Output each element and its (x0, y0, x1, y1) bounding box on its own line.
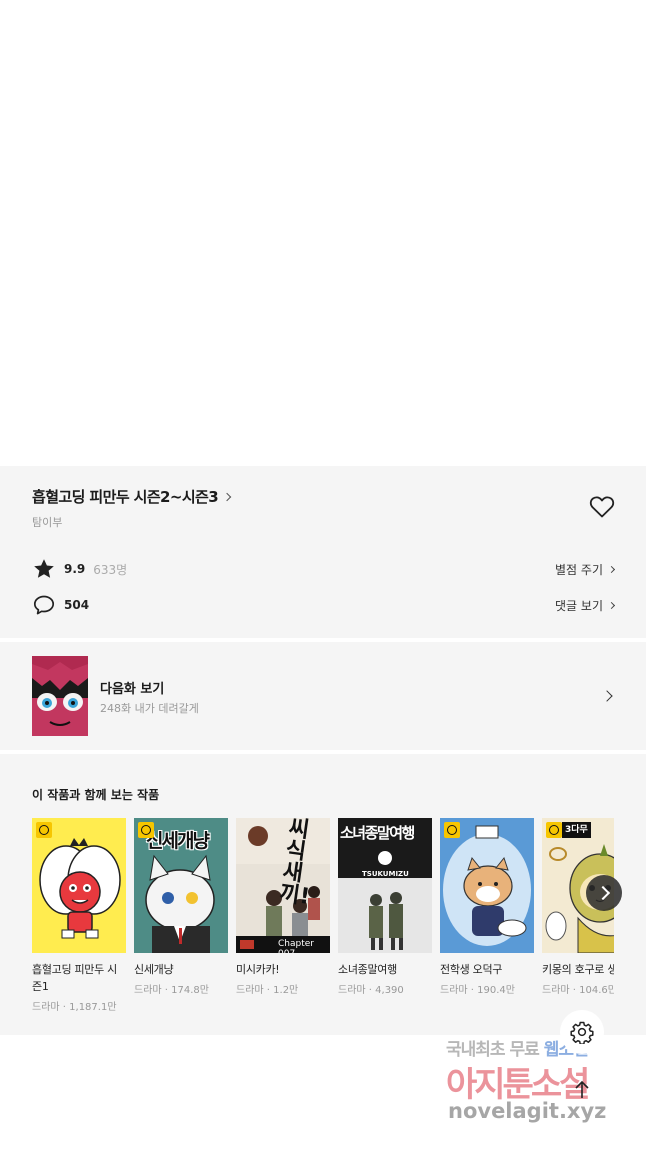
rating-row: 9.9 633명 별점 주기 (32, 557, 616, 581)
recommendation-card[interactable]: 흡혈고딩 피만두 시즌1 드라마 · 1,187.1만 (32, 818, 126, 1013)
publisher-logo-icon (240, 940, 254, 949)
rate-button[interactable]: 별점 주기 (555, 561, 616, 578)
event-badge: 3다무 (562, 822, 591, 838)
recommendation-title: 흡혈고딩 피만두 시즌1 (32, 963, 117, 993)
chevron-right-icon (601, 690, 613, 702)
recommendation-meta: 드라마 · 190.4만 (440, 985, 515, 996)
recommendation-cover: 씨식새끼! Chapter 007 (236, 818, 330, 953)
recommendation-cover (440, 818, 534, 953)
star-icon (34, 559, 54, 578)
recommendation-title: 키몽의 호구로 생활 (542, 963, 614, 976)
recommendation-cover (32, 818, 126, 953)
cover-title-text: 신세개냥 (146, 830, 210, 852)
recommendation-card[interactable]: 전학생 오덕구 드라마 · 190.4만 (440, 818, 534, 996)
series-title-link[interactable]: 흡혈고딩 피만두 시즌2~시즌3 (32, 486, 232, 507)
settings-button[interactable] (560, 1010, 604, 1054)
rating-count: 633명 (93, 562, 128, 577)
recommendation-card[interactable]: 씨식새끼! Chapter 007 미시카카! 드라마 · 1.2만 (236, 818, 330, 996)
rate-button-label: 별점 주기 (555, 562, 603, 577)
recommendation-card[interactable]: 신세개냥 신세개냥 드라마 · 174.8만 (134, 818, 228, 996)
viewer-blank-area (0, 0, 646, 466)
chevron-right-icon (607, 601, 616, 609)
recommendation-title: 신세개냥 (134, 963, 174, 976)
view-comments-label: 댓글 보기 (555, 598, 603, 613)
recommendation-meta: 드라마 · 4,390 (338, 985, 404, 996)
recommendations-carousel[interactable]: 흡혈고딩 피만두 시즌1 드라마 · 1,187.1만 신세개냥 신세개냥 드라… (32, 818, 614, 1028)
comments-row: 504 댓글 보기 (32, 593, 616, 617)
next-episode-title: 다음화 보기 (100, 682, 165, 697)
series-title: 흡혈고딩 피만두 시즌2~시즌3 (32, 488, 219, 506)
chevron-right-icon (607, 565, 616, 573)
view-comments-button[interactable]: 댓글 보기 (555, 597, 616, 614)
recommendation-cover: 신세개냥 (134, 818, 228, 953)
cover-chapter-label: Chapter 007 (278, 939, 314, 953)
heart-icon[interactable] (589, 495, 615, 519)
recommendation-title: 소녀종말여행 (338, 963, 397, 976)
rating-score: 9.9 (64, 562, 86, 576)
comment-icon (33, 595, 55, 615)
clock-badge-icon (36, 822, 52, 838)
gear-icon (570, 1021, 594, 1044)
next-episode-card[interactable]: 다음화 보기 248화 내가 데려갈게 (0, 642, 646, 750)
clock-badge-icon (138, 822, 154, 838)
cover-title-text: 소녀종말여행 (340, 824, 415, 842)
carousel-next-button[interactable] (586, 875, 622, 911)
clock-badge-icon (546, 822, 562, 838)
comment-count: 504 (64, 598, 90, 612)
recommendation-title: 전학생 오덕구 (440, 963, 503, 976)
clock-badge-icon (444, 822, 460, 838)
recommendation-cover: 소녀종말여행 TSUKUMIZU (338, 818, 432, 953)
chevron-right-icon (222, 492, 232, 501)
next-episode-subtitle: 248화 내가 데려갈게 (100, 702, 199, 715)
recommendation-meta: 드라마 · 104.6만 (542, 985, 614, 996)
arrow-up-icon (575, 1080, 589, 1098)
cover-author-text: TSUKUMIZU (362, 870, 409, 878)
next-episode-thumbnail (32, 656, 88, 736)
recommendation-meta: 드라마 · 174.8만 (134, 985, 209, 996)
recommendation-title: 미시카카! (236, 963, 280, 976)
recommendation-meta: 드라마 · 1,187.1만 (32, 1002, 117, 1013)
recommendation-meta: 드라마 · 1.2만 (236, 985, 299, 996)
recommendations-section: 이 작품과 함께 보는 작품 흡혈고딩 피만두 시즌1 드라마 · 1,187.… (0, 754, 646, 1035)
recommendations-heading: 이 작품과 함께 보는 작품 (32, 788, 160, 802)
series-author: 탐이부 (32, 516, 63, 529)
recommendation-card[interactable]: 소녀종말여행 TSUKUMIZU 소녀종말여행 드라마 · 4,390 (338, 818, 432, 996)
series-info-panel: 흡혈고딩 피만두 시즌2~시즌3 탐이부 9.9 633명 별점 주기 504 … (0, 466, 646, 638)
scroll-to-top-button[interactable] (564, 1072, 600, 1108)
